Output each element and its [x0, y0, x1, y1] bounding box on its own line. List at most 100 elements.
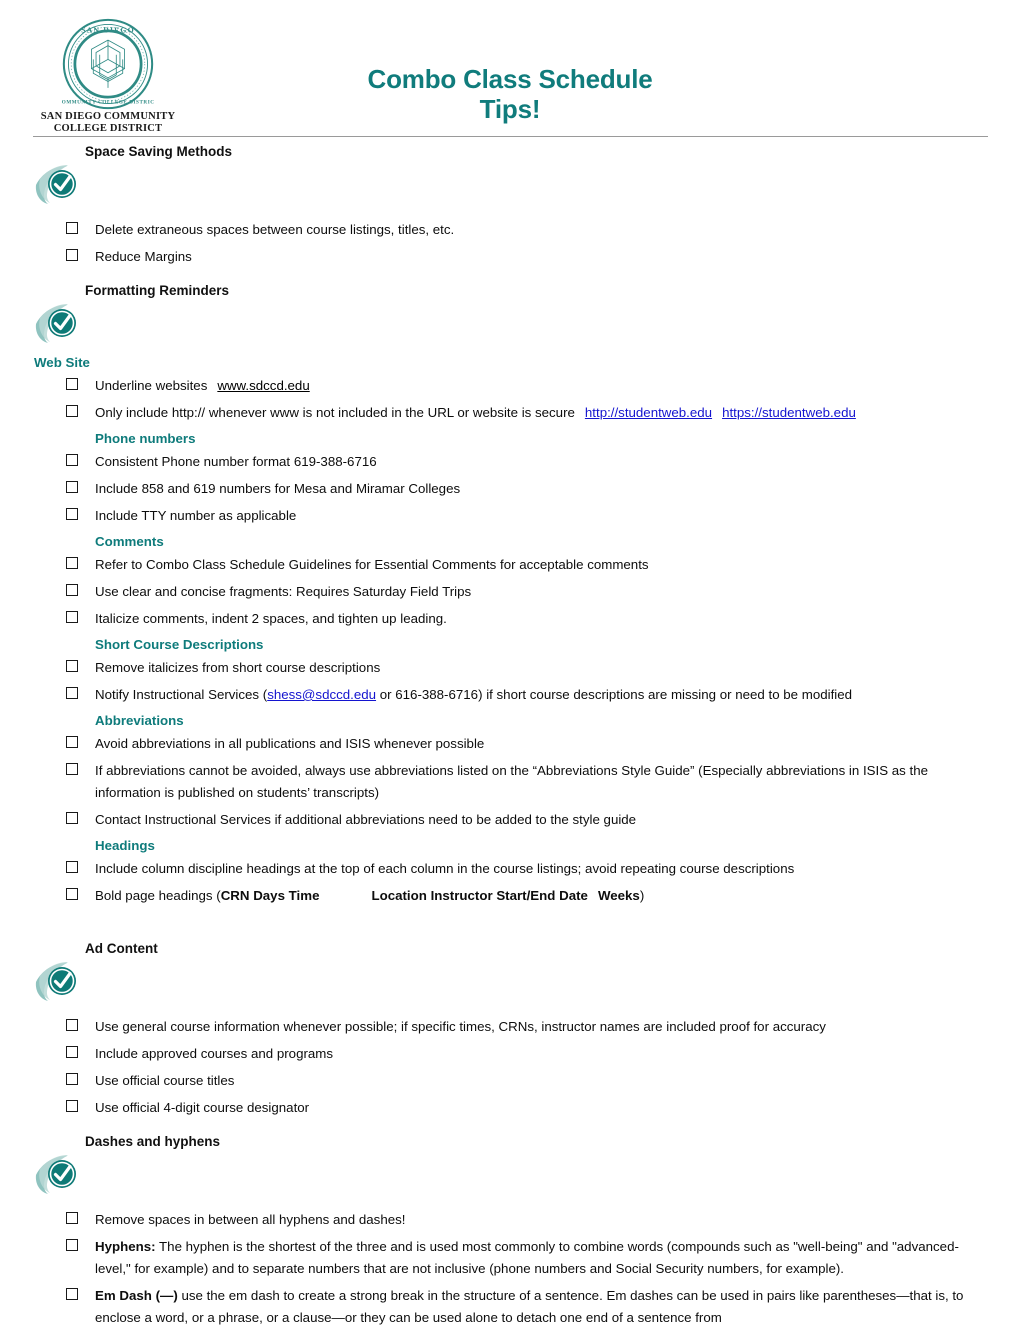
empty-checkbox-icon[interactable] — [66, 1239, 78, 1251]
list-item-label: Avoid abbreviations in all publications … — [95, 736, 485, 751]
empty-checkbox-icon[interactable] — [66, 611, 78, 623]
list-item-label: Use general course information whenever … — [95, 1019, 826, 1034]
empty-checkbox-icon[interactable] — [66, 687, 78, 699]
checklist-headings: Include column discipline headings at th… — [0, 858, 1020, 907]
header-divider — [33, 136, 988, 137]
list-item-label: Include TTY number as applicable — [95, 508, 297, 523]
checklist-abbreviations: Avoid abbreviations in all publications … — [0, 733, 1020, 831]
sdccd-url-text[interactable]: www.sdccd.edu — [217, 378, 309, 393]
list-item-label: Italicize comments, indent 2 spaces, and… — [95, 611, 447, 626]
list-item[interactable]: Italicize comments, indent 2 spaces, and… — [0, 608, 1020, 630]
list-item[interactable]: Use clear and concise fragments: Require… — [0, 581, 1020, 603]
list-item[interactable]: Remove spaces in between all hyphens and… — [0, 1209, 1020, 1231]
document-header: SAN DIEGO COMMUNITY COLLEGE DISTRICT SAN… — [0, 0, 1020, 137]
list-item[interactable]: Contact Instructional Services if additi… — [0, 809, 1020, 831]
subheading-headings: Headings — [95, 838, 155, 853]
empty-checkbox-icon[interactable] — [66, 405, 78, 417]
empty-checkbox-icon[interactable] — [66, 481, 78, 493]
bold-headings-prefix: Bold page headings ( — [95, 888, 221, 903]
list-item[interactable]: Include column discipline headings at th… — [0, 858, 1020, 880]
empty-checkbox-icon[interactable] — [66, 378, 78, 390]
checklist-short-course-descriptions: Remove italicizes from short course desc… — [0, 657, 1020, 706]
list-item-label: If abbreviations cannot be avoided, alwa… — [95, 763, 929, 800]
empty-checkbox-icon[interactable] — [66, 557, 78, 569]
list-item[interactable]: Underline websites www.sdccd.edu — [0, 375, 1020, 397]
list-item[interactable]: Only include http:// whenever www is not… — [0, 402, 1020, 424]
title-line-1: Combo Class Schedule — [367, 64, 653, 94]
empty-checkbox-icon[interactable] — [66, 1019, 78, 1031]
section-title-space-saving: Space Saving Methods — [85, 144, 233, 159]
subheading-web-site: Web Site — [34, 355, 90, 370]
empty-checkbox-icon[interactable] — [66, 1046, 78, 1058]
district-logo: SAN DIEGO COMMUNITY COLLEGE DISTRICT SAN… — [33, 18, 183, 137]
list-item[interactable]: Include approved courses and programs — [0, 1043, 1020, 1065]
document-body: Space Saving Methods Delete extraneous s… — [0, 143, 1020, 1334]
empty-checkbox-icon[interactable] — [66, 861, 78, 873]
check-circle-swoosh-icon — [35, 304, 76, 343]
list-item[interactable]: Hyphens: The hyphen is the shortest of t… — [0, 1236, 1020, 1280]
subheading-phone-numbers: Phone numbers — [95, 431, 196, 446]
list-item[interactable]: Use official 4-digit course designator — [0, 1097, 1020, 1119]
empty-checkbox-icon[interactable] — [66, 888, 78, 900]
list-item[interactable]: Use official course titles — [0, 1070, 1020, 1092]
empty-checkbox-icon[interactable] — [66, 454, 78, 466]
studentweb-https-link[interactable]: https://studentweb.edu — [722, 405, 856, 420]
empty-checkbox-icon[interactable] — [66, 736, 78, 748]
list-item[interactable]: Em Dash (—) use the em dash to create a … — [0, 1285, 1020, 1329]
svg-text:COMMUNITY COLLEGE DISTRICT: COMMUNITY COLLEGE DISTRICT — [62, 100, 154, 106]
empty-checkbox-icon[interactable] — [66, 222, 78, 234]
empty-checkbox-icon[interactable] — [66, 1073, 78, 1085]
list-item-label: Underline websites — [95, 378, 208, 393]
logo-line-1: SAN DIEGO COMMUNITY — [40, 111, 176, 122]
list-item[interactable]: Include TTY number as applicable — [0, 505, 1020, 527]
checklist-ad-content: Use general course information whenever … — [0, 1016, 1020, 1119]
empty-checkbox-icon[interactable] — [66, 660, 78, 672]
logo-line-2: COLLEGE DISTRICT — [47, 123, 169, 137]
empty-checkbox-icon[interactable] — [66, 249, 78, 261]
title-line-2: Tips! — [479, 94, 541, 124]
list-item[interactable]: If abbreviations cannot be avoided, alwa… — [0, 760, 1020, 804]
notify-prefix: Notify Instructional Services ( — [95, 687, 268, 702]
sdccd-seal-icon: SAN DIEGO COMMUNITY COLLEGE DISTRICT — [62, 18, 154, 110]
list-item-label: Include approved courses and programs — [95, 1046, 334, 1061]
check-circle-swoosh-icon — [35, 165, 76, 204]
list-item[interactable]: Consistent Phone number format 619-388-6… — [0, 451, 1020, 473]
empty-checkbox-icon[interactable] — [66, 1288, 78, 1300]
list-item[interactable]: Reduce Margins — [0, 246, 1020, 268]
list-item-label: Include column discipline headings at th… — [95, 861, 795, 876]
studentweb-http-link[interactable]: http://studentweb.edu — [585, 405, 712, 420]
list-item-label: Delete extraneous spaces between course … — [95, 222, 455, 237]
list-item[interactable]: Bold page headings (CRN Days Time Locatio… — [0, 885, 1020, 907]
list-item[interactable]: Delete extraneous spaces between course … — [0, 219, 1020, 241]
list-item-label: Reduce Margins — [95, 249, 192, 264]
checklist-space-saving: Delete extraneous spaces between course … — [0, 219, 1020, 268]
list-item[interactable]: Remove italicizes from short course desc… — [0, 657, 1020, 679]
empty-checkbox-icon[interactable] — [66, 763, 78, 775]
em-dash-label: Em Dash (—) — [95, 1288, 178, 1303]
list-item[interactable]: Avoid abbreviations in all publications … — [0, 733, 1020, 755]
list-item[interactable]: Use general course information whenever … — [0, 1016, 1020, 1038]
empty-checkbox-icon[interactable] — [66, 508, 78, 520]
list-item[interactable]: Notify Instructional Services (shess@sdc… — [0, 684, 1020, 706]
checklist-phone-numbers: Consistent Phone number format 619-388-6… — [0, 451, 1020, 527]
empty-checkbox-icon[interactable] — [66, 812, 78, 824]
instructional-services-email-link[interactable]: shess@sdccd.edu — [267, 687, 376, 702]
empty-checkbox-icon[interactable] — [66, 584, 78, 596]
list-item-label: Use official course titles — [95, 1073, 235, 1088]
page-title: Combo Class Schedule Tips! — [200, 64, 820, 124]
list-item[interactable]: Refer to Combo Class Schedule Guidelines… — [0, 554, 1020, 576]
list-item[interactable]: Include 858 and 619 numbers for Mesa and… — [0, 478, 1020, 500]
empty-checkbox-icon[interactable] — [66, 1100, 78, 1112]
list-item-label: Use official 4-digit course designator — [95, 1100, 310, 1115]
subheading-comments: Comments — [95, 534, 164, 549]
bold-headings-cols-1: CRN Days Time — [220, 888, 320, 903]
empty-checkbox-icon[interactable] — [66, 1212, 78, 1224]
section-title-dashes-hyphens: Dashes and hyphens — [85, 1134, 221, 1149]
bold-headings-cols-2: Location Instructor Start/End Date — [371, 888, 588, 903]
list-item-label: Remove italicizes from short course desc… — [95, 660, 381, 675]
check-circle-swoosh-icon — [35, 962, 76, 1001]
subheading-short-course-descriptions: Short Course Descriptions — [95, 637, 264, 652]
checklist-comments: Refer to Combo Class Schedule Guidelines… — [0, 554, 1020, 630]
subheading-abbreviations: Abbreviations — [95, 713, 184, 728]
list-item-label: Remove spaces in between all hyphens and… — [95, 1212, 406, 1227]
